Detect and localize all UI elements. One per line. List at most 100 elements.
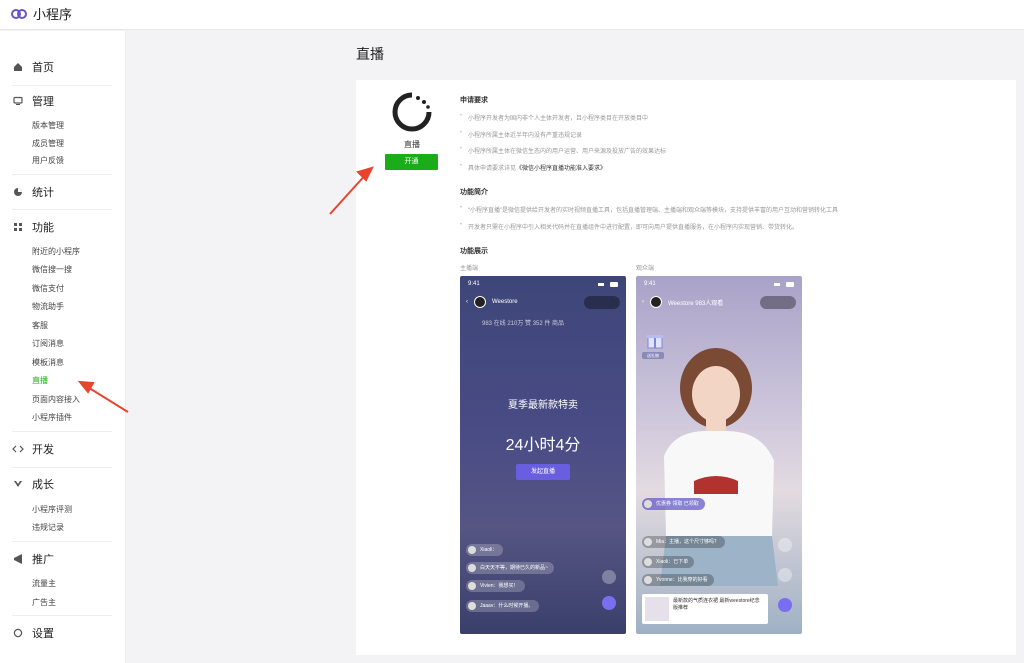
intro-item: “小程序直播”是微信提供给开发者的实时视频直播工具，包括直播管理端、主播端和观众… (460, 205, 838, 214)
divider (12, 467, 112, 468)
settings-icon[interactable] (602, 570, 616, 584)
requirement-item: 小程序所属主体在微信生态内的用户运营、用户来源及投放广告的效果达标 (460, 146, 666, 155)
menu-capsule[interactable] (760, 296, 796, 309)
sidebar-item-members[interactable]: 成员管理 (32, 138, 64, 150)
status-time: 9:41 (644, 281, 656, 287)
sidebar-item-nearby[interactable]: 附近的小程序 (32, 246, 80, 258)
sidebar-item-review[interactable]: 小程序评测 (32, 504, 72, 516)
promo-line-1: 夏季最新款特卖 (508, 400, 578, 411)
requirement-item: 具体申请要求详见《微信小程序直播功能准入要求》 (460, 163, 606, 172)
page-title: 直播 (356, 46, 384, 62)
back-icon[interactable]: ‹ (466, 299, 468, 305)
divider (12, 541, 112, 542)
live-stats: 983 在线 210万 赞 352 件 商品 (482, 321, 565, 327)
nav-growth[interactable]: 成长 (0, 474, 54, 494)
status-time: 9:41 (468, 281, 480, 287)
sidebar-item-subscribe[interactable]: 订阅消息 (32, 338, 64, 350)
sidebar-item-violations[interactable]: 违规记录 (32, 522, 64, 534)
coupon-badge[interactable]: 优惠券 领取 已领取 (642, 498, 705, 510)
intro-title: 功能简介 (460, 189, 488, 196)
app-logo[interactable]: 小程序 (10, 4, 72, 23)
back-icon[interactable]: ‹ (642, 299, 644, 305)
feature-name: 直播 (404, 140, 420, 149)
avatar (474, 296, 486, 308)
nav-dev[interactable]: 开发 (0, 439, 54, 459)
divider (12, 85, 112, 86)
comment-bubble: 白天天不等，期待已久的新品~ (466, 562, 554, 574)
start-live-button[interactable]: 发起直播 (516, 464, 570, 480)
app-brand: 小程序 (33, 7, 73, 22)
sidebar-item-content[interactable]: 页面内容接入 (32, 394, 80, 406)
viewer-phone-screenshot: 9:41 ‹ Weestore 983人观看 送礼物 优惠券 领取 已领取 Mi… (636, 276, 802, 634)
account-name: Weestore 983人观看 (668, 298, 723, 307)
shop-bag-icon[interactable] (602, 596, 616, 610)
nav-promo-label: 推广 (32, 554, 54, 566)
sidebar-item-feedback[interactable]: 用户反馈 (32, 155, 64, 167)
code-icon (12, 443, 24, 455)
account-name: Weestore (492, 299, 518, 305)
sidebar: 首页 管理 版本管理 成员管理 用户反馈 统计 功能 附近的小程序 微信搜一搜 … (0, 31, 126, 663)
sidebar-item-pay[interactable]: 微信支付 (32, 283, 64, 295)
anchor-phone-screenshot: 9:41 ‹ Weestore 983 在线 210万 赞 352 件 商品 夏… (460, 276, 626, 634)
open-live-button[interactable]: 开通 (385, 154, 438, 170)
signal-battery-icon (774, 282, 794, 287)
product-title: 最新款的气质连衣裙 最新weestore纪念版推荐 (673, 598, 760, 611)
chat-icon[interactable] (778, 568, 792, 582)
nav-stats-label: 统计 (32, 187, 54, 199)
nav-settings[interactable]: 设置 (0, 623, 54, 643)
divider (12, 209, 112, 210)
live-stream-icon (392, 92, 432, 132)
comment-bubble: Mia：主播，这个尺寸够吗？ (642, 536, 726, 548)
requirements-link[interactable]: 《微信小程序直播功能准入要求》 (516, 166, 606, 172)
megaphone-icon (12, 553, 24, 565)
like-icon[interactable] (778, 538, 792, 552)
nav-home[interactable]: 首页 (0, 57, 54, 77)
anchor-label: 主播端 (460, 266, 479, 272)
sidebar-item-version[interactable]: 版本管理 (32, 120, 64, 132)
menu-capsule[interactable] (584, 296, 620, 309)
sidebar-item-logistics[interactable]: 物流助手 (32, 301, 64, 313)
nav-dev-label: 开发 (32, 444, 54, 456)
product-thumbnail (645, 597, 669, 621)
mini-program-logo-icon (11, 8, 27, 19)
comment-bubble: Xiaoli：已下单 (642, 556, 695, 568)
nav-manage[interactable]: 管理 (0, 91, 54, 111)
grid-icon (12, 221, 24, 233)
product-card[interactable]: 最新款的气质连衣裙 最新weestore纪念版推荐 (642, 594, 768, 624)
shop-bag-icon[interactable] (778, 598, 792, 612)
settings-icon (12, 627, 24, 639)
account-label: Weestore (668, 300, 694, 307)
requirement-text: 具体申请要求详见 (468, 166, 517, 172)
pie-chart-icon (12, 186, 24, 198)
requirements-title: 申请要求 (460, 97, 488, 104)
comment-bubble: Xiaoli： (466, 544, 504, 556)
divider (12, 174, 112, 175)
demo-title: 功能展示 (460, 248, 488, 255)
avatar (650, 296, 662, 308)
growth-icon (12, 478, 24, 490)
sidebar-item-search[interactable]: 微信搜一搜 (32, 264, 72, 276)
sidebar-item-advertiser[interactable]: 广告主 (32, 597, 56, 609)
nav-features[interactable]: 功能 (0, 217, 54, 237)
nav-manage-label: 管理 (32, 96, 54, 108)
host-photo (660, 348, 778, 586)
nav-growth-label: 成长 (32, 479, 54, 491)
divider (12, 615, 112, 616)
nav-stats[interactable]: 统计 (0, 182, 54, 202)
viewer-label: 观众端 (636, 266, 655, 272)
sidebar-item-plugin[interactable]: 小程序插件 (32, 412, 72, 424)
signal-battery-icon (598, 282, 618, 287)
comment-bubble: Jaaav：什么时候开播。 (466, 600, 540, 612)
top-bar: 小程序 (0, 0, 1024, 30)
sidebar-item-service[interactable]: 客服 (32, 320, 48, 332)
viewer-count: 983人观看 (695, 300, 724, 307)
live-header: ‹ Weestore (466, 296, 518, 308)
sidebar-item-publisher[interactable]: 流量主 (32, 578, 56, 590)
nav-promo[interactable]: 推广 (0, 549, 54, 569)
comment-bubble: Vivien：我想买！ (466, 580, 525, 592)
monitor-icon (12, 95, 24, 107)
sidebar-item-live[interactable]: 直播 (32, 375, 48, 387)
requirement-item: 小程序所属主体近半年内没有严重违规记录 (460, 130, 582, 139)
sidebar-item-template[interactable]: 模板消息 (32, 357, 64, 369)
divider (12, 431, 112, 432)
